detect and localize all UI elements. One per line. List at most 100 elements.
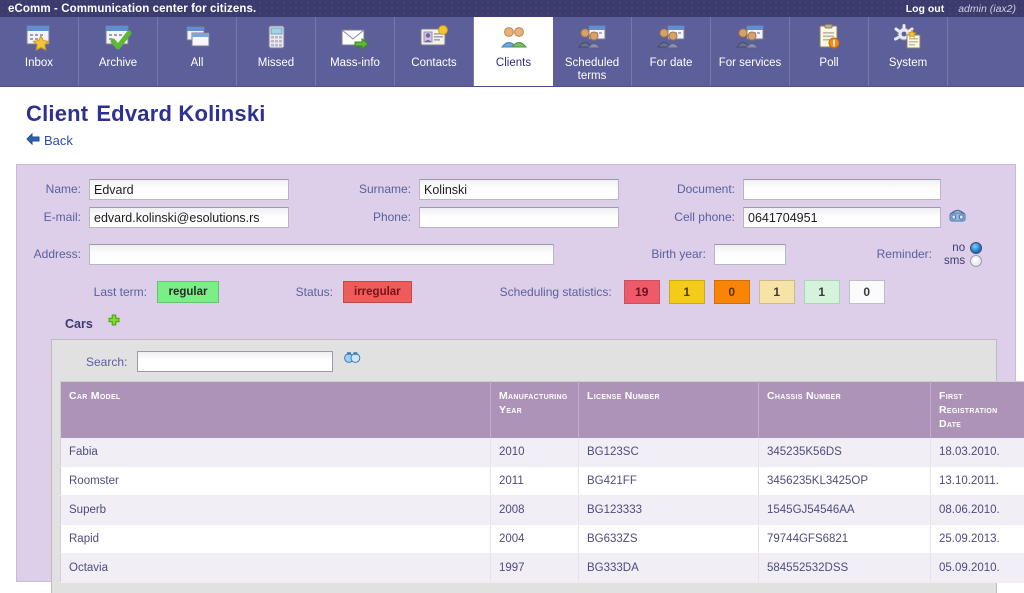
cars-table-head: Car model Manufacturing year License num… [60,381,1024,438]
stat-box: 1 [758,280,795,304]
windows-stack-icon [181,23,213,53]
nav-label: System [888,57,928,69]
nav-item-missed[interactable]: Missed [237,17,316,86]
form-row-1: Name: Surname: Document: [27,179,1005,200]
birth-year-label: Birth year: [651,247,706,261]
cell-year: 2004 [490,524,579,554]
back-link[interactable]: Back [26,132,73,148]
name-label: Name: [45,182,81,196]
nav-item-inbox[interactable]: Inbox [0,17,79,86]
nav-item-poll[interactable]: Poll [790,17,869,86]
nav-label: For date [649,57,693,69]
table-row[interactable]: Octavia 1997 BG333DA 584552532DSS 05.09.… [60,553,1024,583]
table-row[interactable]: Fabia 2010 BG123SC 345235K56DS 18.03.201… [60,438,1024,467]
radio-button-sms[interactable] [970,255,983,267]
cell-first-registration: 05.09.2010. [930,553,1024,583]
nav-label: Inbox [24,57,54,69]
surname-input[interactable] [419,179,619,200]
reminder-option-label: no [952,242,966,254]
nav-item-all[interactable]: All [158,17,237,86]
cars-table-body: Fabia 2010 BG123SC 345235K56DS 18.03.201… [60,438,1024,583]
nav-item-clients[interactable]: Clients [474,17,553,86]
column-header-first-registration-date[interactable]: First registration date [930,381,1024,438]
scheduling-statistics-boxes: 19 1 0 1 1 0 [623,280,885,304]
cell-license: BG123333 [578,495,759,525]
phone-label: Phone: [372,210,411,224]
nav-item-system[interactable]: System [869,17,948,86]
envelope-arrow-icon [339,23,371,53]
cars-search-row: Search: [60,350,988,381]
logout-link[interactable]: Log out [906,3,944,15]
last-term-label: Last term: [93,285,147,299]
column-header-chassis-number[interactable]: Chassis number [758,381,931,438]
form-row-2: E-mail: Phone: Cell phone: [27,207,1005,228]
address-input[interactable] [89,244,554,265]
name-input[interactable] [89,179,289,200]
people-calendar-icon [576,23,608,53]
telephone-icon [260,23,292,53]
client-details-panel: Name: Surname: Document: E-mail: Phone: … [16,164,1024,593]
cars-section-header: Cars [17,304,1015,339]
form-row-3: Address: Birth year: Reminder: no sms [27,242,1005,267]
title-bar-right: Log out admin (iax2) [906,3,1016,15]
scheduling-statistics-label: Scheduling statistics: [499,285,612,299]
surname-label: Surname: [358,182,411,196]
cell-chassis: 79744GFS6821 [758,524,931,554]
cell-year: 2008 [490,495,579,525]
table-row[interactable]: Rapid 2004 BG633ZS 79744GFS6821 25.09.20… [60,524,1024,554]
client-form: Name: Surname: Document: E-mail: Phone: … [17,175,1015,267]
page-content: Client Edvard Kolinski Back Name: Surname… [0,87,1024,593]
cell-license: BG633ZS [578,524,759,554]
nav-item-scheduled-terms[interactable]: Scheduled terms [553,17,632,86]
column-header-license-number[interactable]: License number [578,381,759,438]
cell-year: 1997 [490,553,579,583]
nav-item-contacts[interactable]: Contacts [395,17,474,86]
birth-year-input[interactable] [714,244,786,265]
back-label: Back [44,133,73,148]
search-input[interactable] [137,351,334,372]
table-row[interactable]: Superb 2008 BG123333 1545GJ54546AA 08.06… [60,495,1024,525]
last-term-badge: regular [157,281,219,303]
status-badge: irregular [343,281,412,303]
call-phone-icon[interactable] [949,208,966,228]
status-row: Last term: regular Status: irregular Sch… [17,274,1015,304]
phone-input[interactable] [419,207,619,228]
plus-icon[interactable] [107,314,121,333]
people-icon [498,23,530,53]
search-icon[interactable] [343,351,361,372]
cell-license: BG421FF [578,466,759,496]
cars-table: Car model Manufacturing year License num… [60,381,1024,583]
nav-item-for-date[interactable]: For date [632,17,711,86]
nav-label: Mass-info [330,57,380,69]
column-header-manufacturing-year[interactable]: Manufacturing year [490,381,579,438]
nav-label: Contacts [411,57,457,69]
people-calendar-icon [734,23,766,53]
cell-chassis: 1545GJ54546AA [758,495,931,525]
email-input[interactable] [89,207,289,228]
clipboard-pin-icon [813,23,845,53]
nav-item-archive[interactable]: Archive [79,17,158,86]
page-header: Client Edvard Kolinski Back [0,87,1024,150]
email-label: E-mail: [43,210,81,224]
column-header-car-model[interactable]: Car model [60,381,491,438]
nav-item-for-services[interactable]: For services [711,17,790,86]
nav-label: For services [718,57,782,69]
cell-phone-label: Cell phone: [674,210,735,224]
nav-item-mass-info[interactable]: Mass-info [316,17,395,86]
table-header-row: Car model Manufacturing year License num… [60,381,1024,438]
cars-card: Search: Car model Manufacturing year [51,339,1024,593]
reminder-option-no[interactable]: no [944,242,983,254]
table-row[interactable]: Roomster 2011 BG421FF 3456235KL3425OP 13… [60,466,1024,496]
cell-car-model: Rapid [60,524,491,554]
calendar-check-icon [102,23,134,53]
search-label: Search: [86,354,128,369]
document-input[interactable] [743,179,941,200]
stat-box: 19 [623,280,660,304]
calendar-star-icon [23,23,55,53]
reminder-option-sms[interactable]: sms [944,255,983,267]
gear-note-icon [892,23,924,53]
stat-box: 0 [713,280,750,304]
title-bar: eComm - Communication center for citizen… [0,0,1024,17]
cell-phone-input[interactable] [743,207,941,228]
radio-button-no[interactable] [970,242,983,254]
